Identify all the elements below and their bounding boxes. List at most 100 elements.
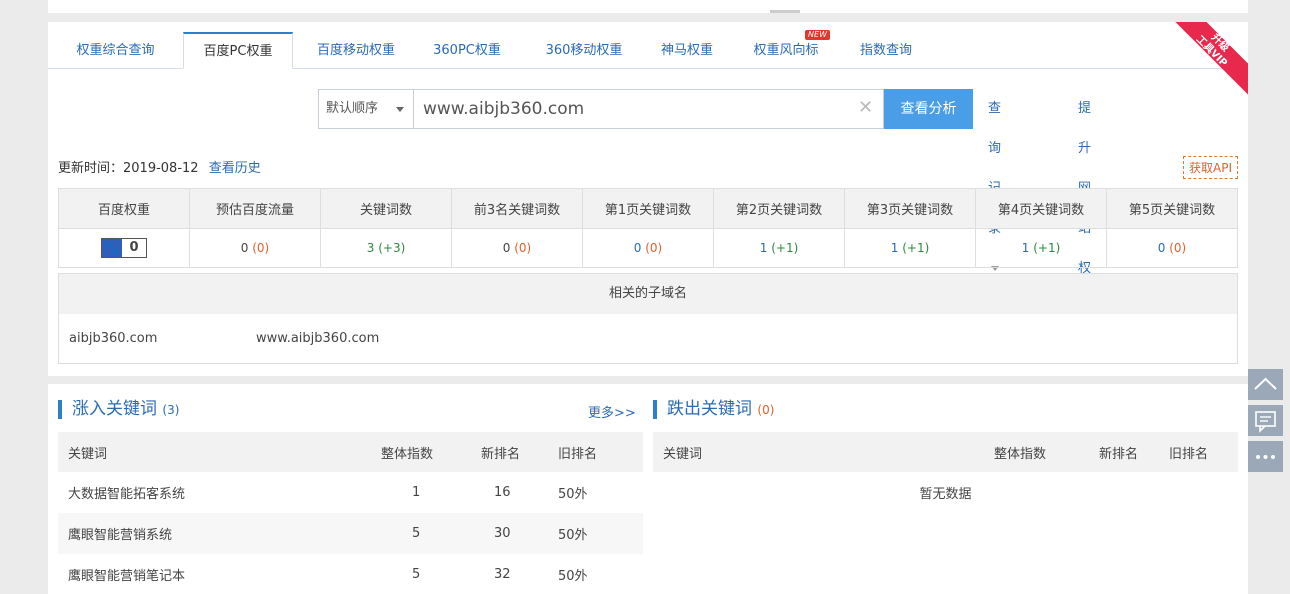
stats-value-row: 🐾 0 0 (0) 3 (+3) 0 (0) 0 (0) 1 (+1) 1 (+… (58, 228, 1238, 268)
baidu-weight-cell: 🐾 0 (58, 228, 190, 268)
stats-header: 第2页关键词数 (713, 188, 845, 229)
baidu-paw-icon: 🐾 (102, 239, 122, 257)
stat-main[interactable]: 1 (891, 241, 899, 255)
stats-header: 关键词数 (320, 188, 452, 229)
tab-baidu-mobile[interactable]: 百度移动权重 (306, 33, 406, 68)
stats-header: 第4页关键词数 (975, 188, 1107, 229)
stat-delta: (+1) (1033, 241, 1061, 255)
back-to-top-button[interactable] (1248, 369, 1283, 400)
tab-weight-vane[interactable]: 权重风向标 NEW (746, 30, 830, 68)
stat-cell: 0 (0) (1106, 228, 1238, 268)
stat-main: 0 (502, 241, 511, 255)
subdomain-item[interactable]: aibjb360.com (69, 331, 157, 346)
stat-cell: 1 (+1) (844, 228, 976, 268)
stats-header: 第1页关键词数 (582, 188, 714, 229)
stat-main[interactable]: 3 (367, 241, 375, 255)
get-api-button[interactable]: 获取API (1183, 156, 1238, 179)
order-select[interactable]: 默认顺序 (318, 89, 414, 129)
keyword-old-rank: 50外 (558, 569, 588, 584)
more-dots-icon (1256, 455, 1275, 459)
stat-main[interactable]: 1 (1022, 241, 1030, 255)
stats-table: 百度权重 预估百度流量 关键词数 前3名关键词数 第1页关键词数 第2页关键词数… (58, 188, 1238, 268)
stats-header: 前3名关键词数 (451, 188, 583, 229)
view-history-link[interactable]: 查看历史 (209, 161, 261, 176)
subdomain-panel: 相关的子域名 aibjb360.com www.aibjb360.com (58, 273, 1238, 364)
stat-cell: 0 (0) (582, 228, 714, 268)
stats-header: 第3页关键词数 (844, 188, 976, 229)
tab-shenma[interactable]: 神马权重 (652, 33, 722, 68)
main-card: 权重综合查询 百度PC权重 百度移动权重 360PC权重 360移动权重 神马权… (48, 22, 1248, 376)
stat-cell: 3 (+3) (320, 228, 452, 268)
stat-main[interactable]: 0 (634, 241, 642, 255)
col-header: 整体指数 (993, 432, 1098, 472)
rising-keywords-title: 涨入关键词 (3) (58, 400, 179, 419)
stat-main[interactable]: 1 (760, 241, 768, 255)
keyword-index[interactable]: 5 (380, 513, 480, 554)
tab-360-pc[interactable]: 360PC权重 (426, 33, 508, 68)
tab-weight-overview[interactable]: 权重综合查询 (48, 33, 183, 68)
stat-delta: (+3) (378, 241, 406, 255)
tab-index-query[interactable]: 指数查询 (852, 33, 920, 68)
stat-main: 0 (240, 241, 249, 255)
empty-row: 暂无数据 (653, 472, 1238, 513)
table-row: 大数据智能拓客系统 1 16 50外 (58, 472, 643, 513)
rising-keywords-table: 关键词 整体指数 新排名 旧排名 大数据智能拓客系统 1 16 50外 鹰眼智能… (58, 432, 643, 594)
keyword-index[interactable]: 5 (380, 554, 480, 594)
stats-header: 预估百度流量 (189, 188, 321, 229)
falling-header-row: 关键词 整体指数 新排名 旧排名 (653, 432, 1238, 472)
falling-title-text: 跌出关键词 (667, 399, 752, 419)
stat-delta: (+1) (771, 241, 799, 255)
keyword-card: 涨入关键词 (3) 更多>> 关键词 整体指数 新排名 旧排名 大数据智能拓客系… (48, 384, 1248, 594)
update-time: 更新时间：2019-08-12 (58, 161, 199, 176)
tab-baidu-pc[interactable]: 百度PC权重 (183, 32, 293, 69)
analyze-button[interactable]: 查看分析 (884, 89, 973, 129)
keyword-link[interactable]: 鹰眼智能营销笔记本 (58, 554, 380, 594)
rising-header-row: 关键词 整体指数 新排名 旧排名 (58, 432, 643, 472)
keyword-old-rank: 50外 (557, 513, 643, 554)
order-select-label: 默认顺序 (326, 101, 379, 116)
close-icon[interactable]: ✕ (858, 99, 873, 117)
col-header: 旧排名 (557, 432, 643, 472)
keyword-link[interactable]: 鹰眼智能营销系统 (58, 513, 380, 554)
rising-count: (3) (162, 403, 180, 417)
tab-weight-vane-label: 权重风向标 (753, 43, 819, 58)
stat-delta: (0) (645, 241, 663, 255)
domain-search-input[interactable] (414, 89, 884, 129)
more-options-button[interactable] (1248, 441, 1283, 472)
stats-header-row: 百度权重 预估百度流量 关键词数 前3名关键词数 第1页关键词数 第2页关键词数… (58, 188, 1238, 229)
tab-360-mobile[interactable]: 360移动权重 (534, 33, 634, 68)
rising-title-text: 涨入关键词 (72, 399, 157, 419)
update-row: 更新时间：2019-08-12 查看历史 (58, 160, 261, 178)
top-strip (48, 0, 1248, 13)
chevron-up-icon (1254, 377, 1277, 390)
col-header: 旧排名 (1168, 432, 1238, 472)
chevron-down-icon (396, 107, 404, 112)
stat-delta: (0) (514, 241, 532, 255)
empty-message: 暂无数据 (919, 487, 972, 502)
stat-main[interactable]: 0 (1158, 241, 1166, 255)
keyword-old-rank: 50外 (558, 487, 588, 502)
keyword-new-rank[interactable]: 16 (480, 472, 557, 513)
chat-icon (1255, 411, 1276, 433)
col-header: 关键词 (653, 432, 993, 472)
subdomain-item[interactable]: www.aibjb360.com (256, 331, 379, 346)
baidu-weight-value: 0 (129, 240, 139, 255)
keyword-new-rank[interactable]: 30 (480, 513, 557, 554)
table-row: 鹰眼智能营销系统 5 30 50外 (58, 513, 643, 554)
keyword-index[interactable]: 1 (380, 472, 480, 513)
baidu-weight-badge[interactable]: 🐾 0 (101, 238, 147, 258)
col-header: 新排名 (1098, 432, 1168, 472)
stat-cell: 1 (+1) (713, 228, 845, 268)
keyword-new-rank[interactable]: 32 (480, 554, 557, 594)
keyword-link[interactable]: 大数据智能拓客系统 (58, 472, 380, 513)
col-header: 新排名 (480, 432, 557, 472)
falling-keywords-table: 关键词 整体指数 新排名 旧排名 暂无数据 (653, 432, 1238, 513)
stats-header: 第5页关键词数 (1106, 188, 1238, 229)
stat-cell: 0 (0) (189, 228, 321, 268)
falling-keywords-title: 跌出关键词 (0) (653, 400, 774, 419)
feedback-button[interactable] (1248, 405, 1283, 436)
stat-cell: 0 (0) (451, 228, 583, 268)
subdomain-title: 相关的子域名 (59, 274, 1237, 314)
stat-delta: (0) (252, 241, 270, 255)
more-link[interactable]: 更多>> (588, 402, 636, 421)
